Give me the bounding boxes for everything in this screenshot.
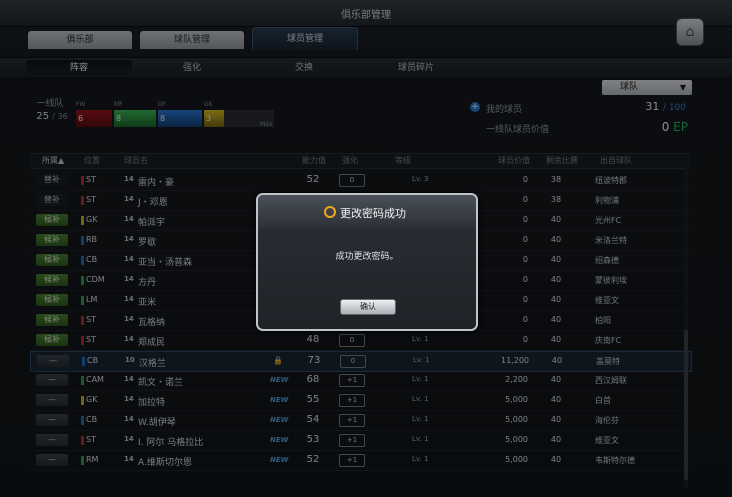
password-changed-dialog: 更改密码成功 成功更改密码。 确认 — [256, 193, 478, 331]
dialog-message: 成功更改密码。 — [335, 252, 399, 262]
dialog-title: 更改密码成功 — [340, 207, 406, 220]
info-icon — [324, 206, 336, 218]
confirm-button[interactable]: 确认 — [340, 299, 396, 315]
